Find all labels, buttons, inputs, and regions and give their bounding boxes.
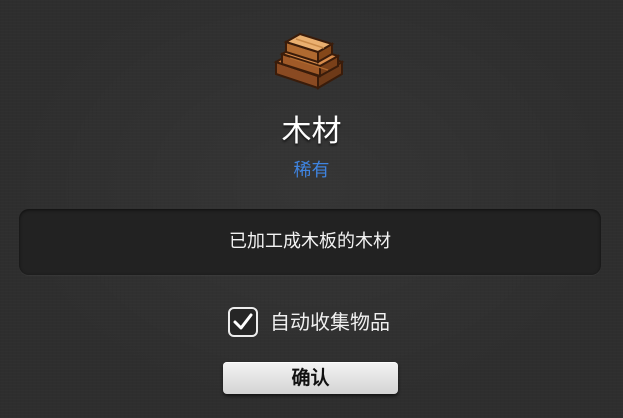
checkmark-icon bbox=[233, 313, 253, 330]
auto-collect-toggle[interactable]: 自动收集物品 bbox=[228, 304, 390, 340]
item-name: 木材 bbox=[281, 114, 342, 149]
confirm-button[interactable]: 确认 bbox=[223, 362, 398, 394]
auto-collect-label: 自动收集物品 bbox=[270, 310, 390, 334]
auto-collect-checkbox[interactable] bbox=[228, 307, 258, 337]
item-rarity-label: 稀有 bbox=[293, 160, 330, 181]
item-description: 已加工成木板的木材 bbox=[229, 231, 391, 252]
item-info-dialog: 木材 稀有 已加工成木板的木材 自动收集物品 确认 bbox=[0, 0, 623, 418]
item-description-panel: 已加工成木板的木材 bbox=[19, 209, 601, 275]
wood-planks-icon bbox=[273, 32, 345, 90]
